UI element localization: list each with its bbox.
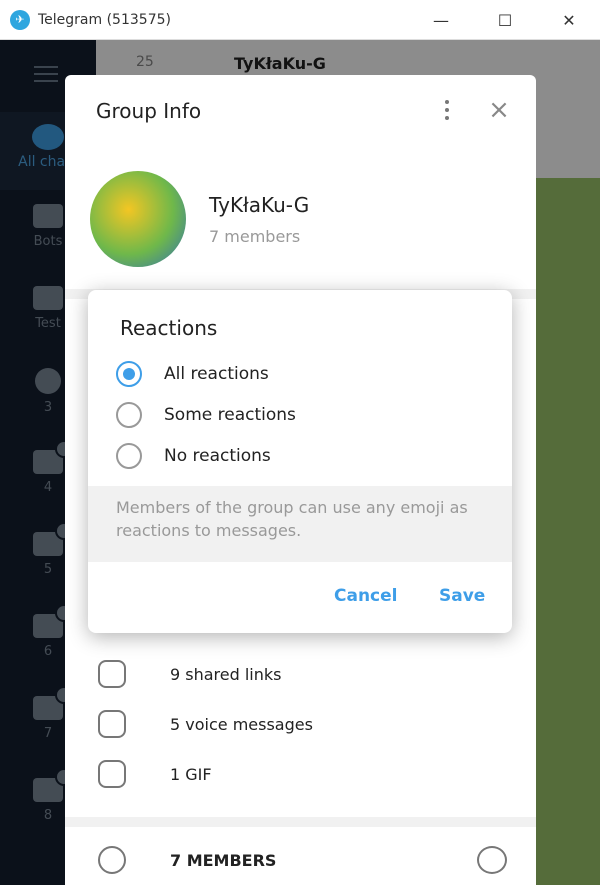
microphone-icon [98,710,126,738]
gif-icon [98,760,126,788]
minimize-button[interactable]: — [418,0,464,40]
row-label: 9 shared links [170,664,282,684]
option-label: Some reactions [164,405,296,425]
shared-links-row[interactable]: 9 shared links [65,649,536,699]
panel-title: Group Info [96,99,202,123]
gifs-row[interactable]: 1 GIF [65,749,536,799]
maximize-button[interactable]: ☐ [482,0,528,40]
row-label: 1 GIF [170,764,212,784]
divider [65,817,536,827]
option-no-reactions[interactable]: No reactions [116,438,496,474]
voice-messages-row[interactable]: 5 voice messages [65,699,536,749]
row-label: 5 voice messages [170,714,313,734]
more-options-icon[interactable] [435,95,459,125]
dialog-title: Reactions [120,316,218,340]
link-icon [98,660,126,688]
option-label: All reactions [164,364,269,384]
group-name: TyKłaKu-G [209,193,310,217]
members-label: 7 MEMBERS [170,850,277,870]
close-icon[interactable]: × [485,95,513,125]
option-all-reactions[interactable]: All reactions [116,356,496,392]
members-section-header: 7 MEMBERS [65,835,536,885]
telegram-logo-icon: ✈ [10,9,30,30]
option-label: No reactions [164,446,271,466]
close-window-button[interactable]: ✕ [546,0,592,40]
radio-button[interactable] [116,361,142,387]
add-member-icon[interactable] [477,846,507,874]
cancel-button[interactable]: Cancel [334,586,397,606]
reactions-dialog: Reactions All reactions Some reactions N… [88,290,512,633]
radio-button[interactable] [116,402,142,428]
dialog-description: Members of the group can use any emoji a… [88,486,512,562]
title-bar: ✈ Telegram (513575) — ☐ ✕ [0,0,600,40]
save-button[interactable]: Save [439,586,485,606]
members-icon [98,846,126,874]
member-count: 7 members [209,227,301,246]
window-title: Telegram (513575) [38,11,171,28]
option-some-reactions[interactable]: Some reactions [116,397,496,433]
group-avatar[interactable] [90,171,186,267]
radio-button[interactable] [116,443,142,469]
